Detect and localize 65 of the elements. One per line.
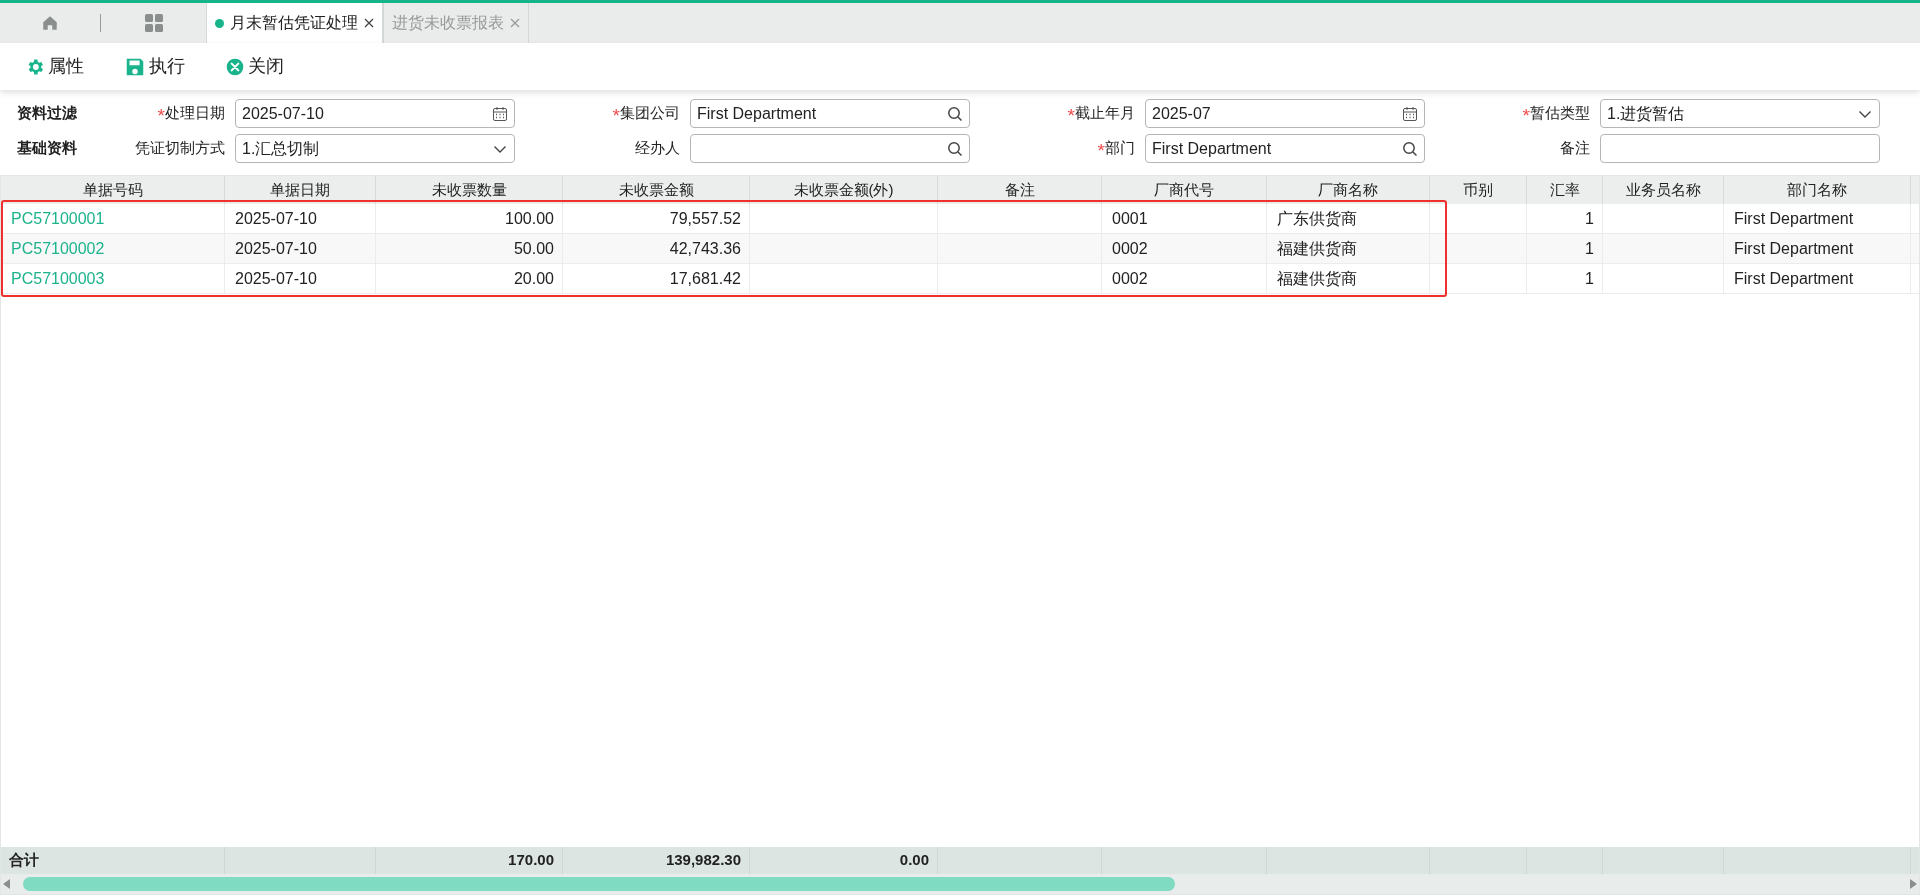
search-field[interactable]: First Department [1145,134,1425,163]
table-cell-text: 100.00 [505,208,554,229]
tab[interactable]: 月末暂估凭证处理 [206,3,383,43]
field-label: 凭证切制方式 [135,138,225,159]
search-field[interactable] [690,134,970,163]
table-cell-text: 20.00 [513,268,554,289]
total-value: 170.00 [508,850,554,871]
home-icon [41,14,59,32]
calendar-icon [1402,105,1418,122]
table-cell-text: 2025-07-10 [235,268,317,289]
horizontal-scrollbar[interactable] [1,874,1919,894]
table-cell-text: 0002 [1112,238,1148,259]
table-cell-text: 1 [1585,208,1594,229]
field-label: 集团公司 [620,103,680,124]
table-cell-text: 1 [1585,268,1594,289]
table-cell-text: 0002 [1112,268,1148,289]
required-mark: * [1067,105,1075,125]
required-mark: * [1097,140,1105,160]
field-label: 经办人 [635,138,680,159]
total-label: 合计 [9,850,39,871]
scrollbar-thumb[interactable] [23,877,1175,891]
required-mark: * [1522,105,1530,125]
table-cell-text: 0001 [1112,208,1148,229]
section-label: 基础资料 [16,138,78,159]
search-icon [947,140,963,157]
table-cell-text: First Department [1734,268,1854,289]
field-label: 截止年月 [1075,103,1135,124]
search-icon [947,105,963,122]
table-cell-text: 2025-07-10 [235,208,317,229]
toolbar-button[interactable]: 执行 [124,53,185,80]
table-cell-text: First Department [1734,238,1854,259]
select-field[interactable]: 1.汇总切制 [235,134,515,163]
close-icon [225,56,245,77]
input-field[interactable] [1600,134,1880,163]
select-field[interactable]: 1.进货暂估 [1600,99,1880,128]
table-cell-text: 1 [1585,238,1594,259]
table-cell-text: First Department [1734,208,1854,229]
table-cell-text: 42,743.36 [669,238,741,259]
calendar-icon [492,105,508,122]
field-label: 处理日期 [165,103,225,124]
close-icon[interactable] [364,18,374,28]
search-field[interactable]: First Department [690,99,970,128]
search-icon [1402,140,1418,157]
table-cell-text: 福建供货商 [1277,238,1357,259]
section-label: 资料过滤 [16,103,78,124]
date-field[interactable]: 2025-07 [1145,99,1425,128]
table-cell-text: 广东供货商 [1277,208,1357,229]
table-cell-text: 79,557.52 [669,208,741,229]
total-value: 0.00 [899,850,929,871]
table-cell-text: 福建供货商 [1277,268,1357,289]
toolbar-button[interactable]: 属性 [25,53,84,80]
table-cell-text: 2025-07-10 [235,238,317,259]
table-cell-text: 50.00 [513,238,554,259]
field-label: 部门 [1105,138,1135,159]
total-value: 139,982.30 [665,850,741,871]
left-arrow-icon[interactable] [3,879,11,889]
field-label: 暂估类型 [1530,103,1590,124]
required-mark: * [612,105,620,125]
field-label: 备注 [1560,138,1590,159]
grid-icon [143,13,164,33]
date-field[interactable]: 2025-07-10 [235,99,515,128]
toolbar-button[interactable]: 关闭 [225,53,284,80]
required-mark: * [157,105,165,125]
right-arrow-icon[interactable] [1909,879,1917,889]
table-cell-text: 17,681.42 [669,268,741,289]
